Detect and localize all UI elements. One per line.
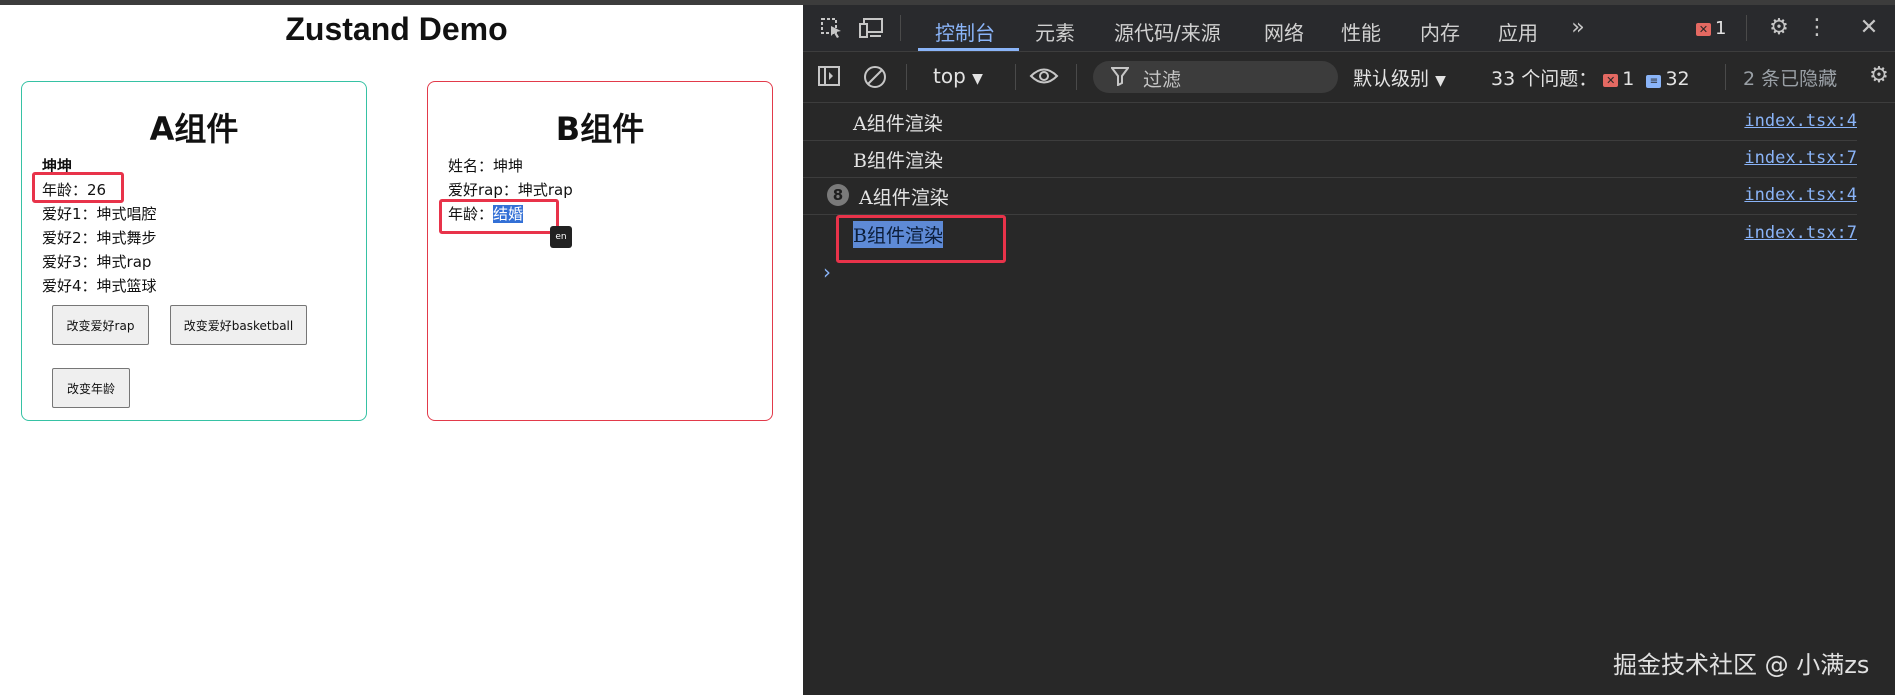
tab-elements[interactable]: 元素: [1035, 17, 1075, 46]
component-a-hobby-3: 爱好3：坤式rap: [42, 253, 152, 271]
context-value: top: [933, 64, 966, 88]
message-icon: ≡: [1646, 75, 1662, 88]
dropdown-arrow-icon: ▼: [972, 71, 983, 87]
component-a-hobby-4: 爱好4：坤式篮球: [42, 277, 157, 295]
log-source-link[interactable]: index.tsx:4: [1744, 111, 1857, 131]
age-highlight-box: [32, 172, 124, 203]
console-log-row: 8 A组件渲染 index.tsx:4: [803, 177, 1857, 215]
component-b-name: 姓名：坤坤: [448, 157, 524, 175]
eye-icon[interactable]: [1029, 65, 1059, 87]
gear-icon[interactable]: ⚙: [1765, 17, 1793, 39]
error-icon: ✕: [1603, 74, 1619, 87]
inspect-icon[interactable]: [818, 17, 846, 39]
log-source-link[interactable]: index.tsx:7: [1744, 148, 1857, 168]
chevron-double-right-icon[interactable]: »: [1564, 17, 1592, 39]
devtools-tab-bar: 控制台 元素 源代码/来源 网络 性能 内存 应用 » ✕ 1 ⚙ ⋮ ✕: [803, 5, 1895, 52]
clear-console-icon[interactable]: [861, 65, 889, 88]
app-page: Zustand Demo A组件 坤坤 年龄：26 爱好1：坤式唱腔 爱好2：坤…: [0, 5, 803, 695]
component-a-title: A组件: [149, 110, 239, 148]
tab-memory[interactable]: 内存: [1420, 17, 1460, 46]
console-log-row: B组件渲染 index.tsx:7: [803, 140, 1857, 178]
console-toolbar: top ▼ 过滤 默认级别 ▼ 33 个问题： ✕ 1 ≡ 32 2 条已隐藏 ⚙: [803, 52, 1895, 103]
error-icon: ✕: [1696, 23, 1711, 36]
tab-network[interactable]: 网络: [1264, 17, 1304, 46]
issues-label: 33 个问题：: [1491, 68, 1598, 90]
component-b-hobby-rap: 爱好rap：坤式rap: [448, 181, 573, 199]
hidden-messages-count: 2 条已隐藏: [1743, 68, 1838, 90]
sidebar-toggle-icon[interactable]: [815, 65, 843, 87]
change-hobby-basketball-button[interactable]: 改变爱好basketball: [170, 305, 307, 345]
change-age-button[interactable]: 改变年龄: [52, 368, 130, 408]
log-message: B组件渲染: [853, 150, 943, 172]
filter-placeholder: 过滤: [1143, 69, 1182, 91]
toolbar-divider-2: [1746, 15, 1747, 41]
context-select[interactable]: top ▼: [933, 64, 983, 88]
issues-button[interactable]: 33 个问题： ✕ 1 ≡ 32: [1491, 64, 1690, 91]
filter-input[interactable]: 过滤: [1093, 61, 1338, 93]
error-count: 1: [1715, 18, 1727, 39]
console-log-row: A组件渲染 index.tsx:4: [803, 103, 1857, 141]
tab-performance[interactable]: 性能: [1341, 17, 1381, 46]
filter-icon: [1110, 66, 1130, 91]
toolbar2-divider: [906, 64, 907, 90]
component-b-card: B组件 姓名：坤坤 爱好rap：坤式rap 年龄：结婚: [427, 81, 773, 421]
change-hobby-rap-button[interactable]: 改变爱好rap: [52, 305, 149, 345]
toolbar2-divider-2: [1015, 64, 1016, 90]
component-a-hobby-1: 爱好1：坤式唱腔: [42, 205, 157, 223]
toolbar2-divider-4: [1725, 64, 1726, 90]
b-age-highlight-box: [439, 199, 559, 234]
issues-message-count: 32: [1665, 68, 1690, 90]
console-prompt[interactable]: ›: [823, 260, 831, 284]
dropdown-arrow-icon: ▼: [1435, 73, 1446, 89]
repeat-count-badge: 8: [827, 184, 849, 206]
page-title: Zustand Demo: [285, 11, 508, 47]
log-source-link[interactable]: index.tsx:7: [1744, 223, 1857, 243]
log-highlight-box: [836, 215, 1006, 263]
log-message: A组件渲染: [853, 113, 943, 135]
component-a-hobby-2: 爱好2：坤式舞步: [42, 229, 157, 247]
log-level-value: 默认级别: [1353, 68, 1430, 90]
close-icon[interactable]: ✕: [1855, 17, 1883, 39]
console-settings-gear-icon[interactable]: ⚙: [1865, 65, 1893, 87]
component-a-card: A组件 坤坤 年龄：26 爱好1：坤式唱腔 爱好2：坤式舞步 爱好3：坤式rap…: [21, 81, 367, 421]
ime-language-icon: en: [550, 226, 572, 248]
toolbar2-divider-3: [1076, 64, 1077, 90]
error-count-badge[interactable]: ✕ 1: [1696, 18, 1726, 39]
devtools-panel: 控制台 元素 源代码/来源 网络 性能 内存 应用 » ✕ 1 ⚙ ⋮ ✕ top…: [803, 5, 1895, 695]
issues-error-count: 1: [1622, 68, 1635, 90]
tab-application[interactable]: 应用: [1498, 17, 1538, 46]
log-level-select[interactable]: 默认级别 ▼: [1353, 64, 1446, 91]
tab-console[interactable]: 控制台: [935, 17, 995, 46]
tab-sources[interactable]: 源代码/来源: [1114, 17, 1221, 46]
kebab-menu-icon[interactable]: ⋮: [1803, 17, 1831, 39]
toolbar-divider: [900, 15, 901, 41]
component-b-title: B组件: [555, 110, 645, 148]
log-source-link[interactable]: index.tsx:4: [1744, 185, 1857, 205]
device-toggle-icon[interactable]: [858, 17, 886, 39]
active-tab-indicator: [918, 48, 1019, 51]
log-message: A组件渲染: [859, 187, 949, 209]
watermark: 掘金技术社区 @ 小满zs: [1613, 651, 1870, 679]
